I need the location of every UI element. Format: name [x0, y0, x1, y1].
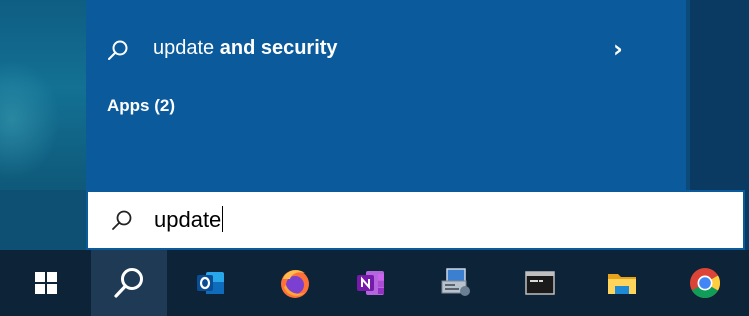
best-match-result[interactable]: update and security › — [86, 24, 686, 74]
start-search-flyout: update and security › Apps (2) — [86, 0, 686, 190]
text-caret — [222, 206, 224, 232]
taskbar-outlook[interactable] — [176, 250, 246, 316]
desktop-background-right — [686, 0, 749, 190]
taskbar-onenote[interactable] — [336, 250, 406, 316]
best-match-label: update and security — [153, 37, 338, 59]
taskbar-chrome[interactable] — [670, 250, 740, 316]
search-box[interactable]: update — [86, 190, 745, 250]
taskbar-control-panel[interactable] — [420, 250, 490, 316]
taskbar — [0, 250, 749, 316]
start-button[interactable] — [11, 250, 81, 316]
taskbar-command-prompt[interactable] — [505, 250, 575, 316]
command-prompt-icon — [525, 271, 555, 295]
search-input[interactable]: update — [154, 206, 224, 233]
apps-section-header[interactable]: Apps (2) — [107, 96, 175, 116]
search-icon — [112, 210, 132, 230]
taskbar-search-button[interactable] — [91, 250, 167, 316]
firefox-icon — [281, 270, 309, 298]
taskbar-firefox[interactable] — [260, 250, 330, 316]
outlook-icon — [197, 272, 224, 294]
chevron-right-icon[interactable]: › — [613, 35, 623, 63]
windows-logo-icon — [35, 272, 57, 294]
search-icon — [114, 268, 143, 298]
search-icon — [108, 40, 128, 60]
desktop-background-edge — [745, 190, 749, 250]
desktop-background-bottom — [0, 190, 86, 250]
file-explorer-icon — [608, 274, 636, 294]
onenote-icon — [357, 271, 384, 295]
control-panel-icon — [441, 268, 470, 296]
taskbar-file-explorer[interactable] — [587, 250, 657, 316]
chrome-icon — [690, 268, 721, 299]
